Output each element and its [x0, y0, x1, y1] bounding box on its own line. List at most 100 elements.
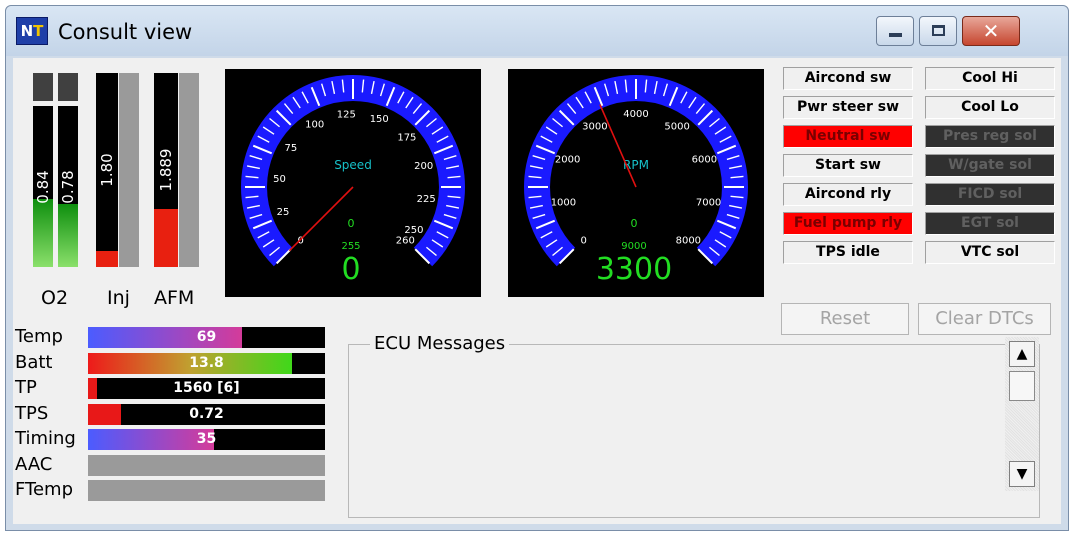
speed-small-reading: 0 — [348, 217, 355, 230]
speed-scale-label: 260 — [396, 235, 415, 246]
sensor-bar-tps: 0.72 — [88, 403, 325, 425]
injector-rail — [119, 73, 139, 267]
sensor-value-tps: 0.72 — [189, 405, 224, 422]
indicator-aircond-rly: Aircond rly — [783, 183, 913, 206]
sensor-label-ftemp: FTemp — [15, 479, 74, 500]
maximize-icon — [932, 25, 945, 36]
app-icon-letter-n: N — [20, 22, 34, 40]
sensor-row-timing: Timing 35 — [15, 428, 325, 451]
indicator-egt-sol: EGT sol — [925, 212, 1055, 235]
speed-scale-label: 25 — [277, 207, 290, 218]
indicator-tps-idle: TPS idle — [783, 241, 913, 264]
close-button[interactable]: ✕ — [962, 16, 1020, 46]
sensor-bar-temp: 69 — [88, 327, 325, 348]
indicator-cool-hi: Cool Hi — [925, 67, 1055, 90]
sensor-row-batt: Batt 13.8 — [15, 352, 325, 375]
speed-scale-label: 225 — [417, 194, 436, 205]
window-title: Consult view — [58, 20, 193, 44]
sensor-bar-batt: 13.8 — [88, 352, 325, 374]
o2-sensor-b-fill — [58, 204, 78, 267]
scrollbar-thumb[interactable] — [1009, 371, 1035, 401]
maximize-button[interactable] — [919, 16, 957, 46]
sensor-bar-tp: 1560 [6] — [88, 378, 325, 399]
sensor-row-tp: TP 1560 [6] — [15, 377, 325, 400]
o2-sensor-a-fill — [33, 199, 53, 267]
sensor-value-batt: 13.8 — [189, 354, 224, 371]
sensor-value-tp: 1560 [6] — [173, 380, 240, 396]
indicator-neutral-sw: Neutral sw — [783, 125, 913, 148]
tachometer-gauge: 0 1000 2000 3000 4000 5000 6000 7000 8000 RPM 0 900… — [508, 69, 764, 297]
sensor-label-batt: Batt — [15, 351, 53, 373]
rpm-reading: 3300 — [596, 252, 672, 287]
rpm-scale-label: 1000 — [551, 197, 576, 208]
sensor-row-aac: AAC — [15, 454, 325, 477]
minimize-icon — [889, 33, 902, 37]
speed-max-marker: 255 — [341, 241, 360, 252]
o2-sensor-a-gauge: 0.84 — [33, 106, 53, 267]
client-area: 0.84 0.78 1.80 1.889 O2 Inj AFM 0 25 50 75 1… — [13, 58, 1061, 524]
tachometer-dial: 010002000300040005000600070008000RPM0900… — [524, 75, 748, 287]
title-bar[interactable]: NT Consult view ✕ — [6, 6, 1068, 56]
sensor-bar-ftemp — [88, 480, 325, 501]
rpm-scale-label: 4000 — [623, 109, 648, 120]
sensor-row-temp: Temp 69 — [15, 326, 325, 349]
o2-sensor-a-value: 0.84 — [34, 169, 52, 204]
clear-dtcs-button[interactable]: Clear DTCs — [918, 303, 1051, 335]
indicator-vtc-sol: VTC sol — [925, 241, 1055, 264]
inj-caption: Inj — [107, 287, 130, 309]
indicator-aircond-sw: Aircond sw — [783, 67, 913, 90]
sensor-value-temp: 69 — [196, 329, 217, 345]
rpm-scale-label: 3000 — [582, 121, 607, 132]
sensor-row-ftemp: FTemp — [15, 479, 325, 502]
sensor-row-tps: TPS 0.72 — [15, 403, 325, 426]
speed-scale-label: 125 — [337, 109, 356, 120]
speed-scale-label: 200 — [414, 161, 433, 172]
scroll-down-button[interactable]: ▼ — [1009, 461, 1035, 487]
sensor-label-tps: TPS — [15, 402, 49, 424]
rpm-scale-label: 6000 — [692, 155, 717, 166]
afm-fill — [154, 208, 178, 267]
minimize-button[interactable] — [876, 16, 914, 46]
sensor-bar-aac — [88, 454, 325, 476]
o2-sensor-b-gauge: 0.78 — [58, 106, 78, 267]
indicator-ficd-sol: FICD sol — [925, 183, 1055, 206]
o2-b-cap — [58, 73, 78, 101]
rpm-scale-label: 5000 — [664, 121, 689, 132]
indicator-start-sw: Start sw — [783, 154, 913, 177]
injector-value: 1.80 — [98, 153, 116, 187]
rpm-small-reading: 0 — [631, 217, 638, 230]
indicator-pres-reg-sol: Pres reg sol — [925, 125, 1055, 148]
ecu-messages-scrollbar[interactable]: ▲ ▼ — [1005, 337, 1039, 491]
injector-gauge: 1.80 — [96, 73, 118, 267]
rpm-scale-label: 2000 — [555, 155, 580, 166]
speed-scale-label: 150 — [370, 114, 389, 125]
sensor-label-tp: TP — [15, 377, 37, 398]
indicator-fuel-pump-rly: Fuel pump rly — [783, 212, 913, 235]
app-icon-letter-t: T — [33, 22, 44, 40]
sensor-label-aac: AAC — [15, 453, 53, 475]
o2-caption: O2 — [41, 287, 69, 309]
rpm-scale-label: 8000 — [676, 235, 701, 246]
speed-scale-label: 50 — [273, 174, 286, 185]
o2-a-cap — [33, 73, 53, 101]
rpm-max-marker: 9000 — [621, 241, 646, 252]
app-icon[interactable]: NT — [16, 17, 48, 45]
speedometer-gauge: 0 25 50 75 100 125 150 175 200 225 250 260 Speed 0 255… — [225, 69, 481, 297]
indicator-cool-lo: Cool Lo — [925, 96, 1055, 119]
scroll-up-button[interactable]: ▲ — [1009, 341, 1035, 367]
ecu-messages-list[interactable] — [355, 357, 1005, 508]
sensor-label-timing: Timing — [15, 428, 76, 449]
speedometer-dial: 0255075100125 150175200225250260Speed0255… — [241, 75, 465, 287]
indicator-w-gate-sol: W/gate sol — [925, 154, 1055, 177]
reset-button[interactable]: Reset — [781, 303, 909, 335]
sensor-bar-timing: 35 — [88, 429, 325, 450]
speed-scale-label: 175 — [397, 132, 416, 143]
afm-value: 1.889 — [157, 148, 175, 192]
rpm-scale-label: 7000 — [696, 197, 721, 208]
speed-scale-label: 100 — [305, 120, 324, 131]
consult-view-window: NT Consult view ✕ 0.84 0.78 1.80 1.889 O — [5, 5, 1069, 531]
injector-fill — [96, 251, 118, 267]
speed-scale-label: 75 — [284, 143, 297, 154]
indicator-pwr-steer-sw: Pwr steer sw — [783, 96, 913, 119]
ecu-messages-legend: ECU Messages — [370, 333, 510, 354]
